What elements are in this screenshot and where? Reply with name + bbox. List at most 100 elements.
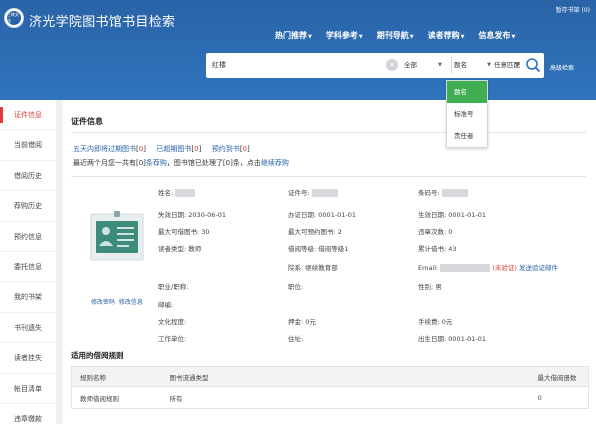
change-info-link[interactable]: 修改信息 (119, 299, 143, 306)
sidebar-item-current-loans[interactable]: 当前借阅 (0, 130, 56, 161)
field-select[interactable]: 题名 ▼ (451, 57, 495, 74)
notice-suffix: 条，点击 (232, 159, 261, 167)
nav-journal-guide[interactable]: 期刊导航▼ (370, 30, 421, 41)
column-header: 图书流通类型 (161, 366, 530, 387)
header: 三峡文化 济光学院图书馆书目检索 暂存书架 (0) 热门推荐▼ 学科参考▼ 期刊… (0, 0, 596, 100)
page-title: 证件信息 (71, 117, 103, 126)
photo-actions: 修改密码 修改信息 (91, 297, 143, 306)
total-borrow-field: 累计借书: 43 (418, 243, 457, 253)
due-soon-link[interactable]: 五天内即将过期图书[0] (73, 145, 146, 153)
max-reserve-value: 2 (337, 228, 342, 236)
main-panel: 证件信息 五天内即将过期图书[0] 已超期图书[0] 预约到书[0] 最近两个月… (63, 100, 596, 424)
sidebar-item-reservations[interactable]: 预约信息 (0, 222, 56, 252)
table-row: 教师借阅规则 所有 0 (72, 387, 589, 409)
dept-label: 院系: (288, 264, 304, 272)
effective-value: 0001-01-01 (448, 211, 487, 219)
chevron-down-icon[interactable]: ▼ (516, 53, 520, 78)
work-field: 工作单位: (158, 333, 186, 343)
title-label: 职业/职称: (158, 283, 189, 291)
continue-recommend-link[interactable]: 继续荐购 (261, 159, 289, 167)
sidebar-item-account-list[interactable]: 帐目清单 (0, 374, 56, 404)
nav-reader-recommend[interactable]: 读者荐购▼ (421, 30, 472, 41)
borrow-level-label: 借阅等级: (288, 245, 317, 253)
column-header: 规则名称 (71, 366, 162, 387)
fee-label: 手续费: (418, 318, 440, 326)
postcode-field: 邮编: (158, 299, 173, 309)
search-icon[interactable] (524, 56, 542, 74)
table-cell: 教师借阅规则 (80, 394, 119, 403)
violation-value: 0 (448, 228, 453, 236)
gender-field: 性别: 男 (418, 281, 442, 291)
borrow-level-value: 借阅等级1 (318, 245, 349, 253)
issue-label: 办证日期: (288, 211, 317, 219)
max-borrow-label: 最大可借图书: (158, 228, 200, 236)
field-option-standard-no[interactable]: 标准号 (447, 103, 487, 125)
chevron-down-icon: ▼ (308, 34, 312, 40)
total-borrow-label: 累计借书: (418, 245, 447, 253)
field-option-title[interactable]: 题名 (447, 81, 487, 103)
nav-hot-recommend[interactable]: 热门推荐▼ (268, 30, 319, 41)
notice-count-1: [0] (136, 159, 146, 167)
divider (71, 132, 586, 133)
nav-label: 热门推荐 (275, 31, 307, 40)
sidebar: 证件信息 当前借阅 借阅历史 荐购历史 预约信息 委托信息 我的书架 书刊遗失 … (0, 100, 56, 424)
table-header-row: 规则名称 图书流通类型 最大借阅册数 (71, 366, 589, 387)
nav-info-publish[interactable]: 信息发布▼ (471, 30, 522, 41)
nav-label: 信息发布 (478, 31, 511, 40)
chevron-down-icon: ▼ (511, 34, 516, 40)
max-reserve-field: 最大可预约图书: 2 (288, 226, 342, 236)
barcode-field: 条码号: (418, 187, 468, 197)
sidebar-item-loan-history[interactable]: 借阅历史 (0, 161, 56, 192)
reservation-arrived-link[interactable]: 预约到书[0] (212, 145, 250, 153)
scope-select[interactable]: 全部 (404, 53, 417, 78)
education-label: 文化程度: (158, 318, 187, 326)
recommend-notice: 最近两个月您一共有[0]条荐购，图书馆已处理了[0]条，点击继续荐购 (73, 158, 289, 168)
sidebar-item-card-info[interactable]: 证件信息 (0, 100, 56, 131)
redacted-value (175, 189, 196, 197)
sidebar-item-delegations[interactable]: 委托信息 (0, 252, 56, 283)
field-option-author[interactable]: 责任者 (447, 125, 487, 147)
deposit-value: 0元 (305, 318, 316, 326)
sidebar-item-recommend-history[interactable]: 荐购历史 (0, 191, 56, 222)
change-password-link[interactable]: 修改密码 (91, 299, 115, 306)
temp-bookshelf-link[interactable]: 暂存书架 (0) (556, 5, 590, 14)
clear-icon[interactable]: × (386, 59, 398, 71)
chevron-down-icon[interactable]: ▼ (438, 53, 442, 78)
advanced-search-link[interactable]: 高级检索 (550, 63, 574, 72)
sidebar-item-lost-books[interactable]: 书刊遗失 (0, 313, 56, 344)
rules-table: 规则名称 图书流通类型 最大借阅册数 教师借阅规则 所有 0 (71, 366, 589, 409)
card-no-field: 证件号: (288, 187, 338, 197)
reader-type-value: 教师 (188, 245, 202, 253)
reservation-arrived-label: 预约到书 (211, 145, 240, 153)
search-input[interactable]: 红楼 (212, 53, 226, 78)
borrow-level-field: 借阅等级: 借阅等级1 (288, 243, 348, 253)
sidebar-item-violation-payment[interactable]: 违章缴款 (0, 404, 56, 424)
expire-field: 失效日期: 2030-06-01 (158, 209, 226, 219)
reader-type-field: 读者类型: 教师 (158, 243, 201, 253)
logo-text: 三峡文化 (7, 11, 21, 25)
library-logo[interactable]: 三峡文化 (4, 8, 24, 28)
chevron-down-icon: ▼ (409, 34, 414, 40)
education-field: 文化程度: (158, 316, 186, 326)
sidebar-item-my-bookshelf[interactable]: 我的书架 (0, 282, 56, 313)
recommend-link[interactable]: 条荐购 (146, 159, 167, 167)
email-field: Email: (未验证) 发送验证邮件 (418, 262, 558, 272)
violation-label: 违章次数: (418, 228, 447, 236)
max-borrow-value: 30 (201, 228, 210, 236)
sidebar-item-report-loss[interactable]: 读者挂失 (0, 343, 56, 374)
redacted-value (440, 264, 491, 272)
chevron-down-icon: ▼ (460, 34, 465, 40)
overdue-link[interactable]: 已超期图书[0] (156, 145, 201, 153)
loan-status-links: 五天内即将过期图书[0] 已超期图书[0] 预约到书[0] (73, 144, 250, 154)
position-field: 职位: (288, 281, 303, 291)
field-dropdown-menu: 题名 标准号 责任者 (446, 80, 488, 148)
send-verify-email-link[interactable]: 发送验证邮件 (519, 264, 558, 272)
chevron-down-icon: ▼ (487, 62, 491, 68)
birth-field: 出生日期: 0001-01-01 (418, 333, 486, 343)
name-field: 姓名: (158, 187, 196, 197)
issue-value: 0001-01-01 (318, 211, 357, 219)
nav-label: 读者荐购 (427, 31, 460, 40)
dept-value: 继续教育部 (305, 264, 338, 272)
nav-subject-reference[interactable]: 学科参考▼ (319, 30, 370, 41)
divider (71, 176, 586, 177)
